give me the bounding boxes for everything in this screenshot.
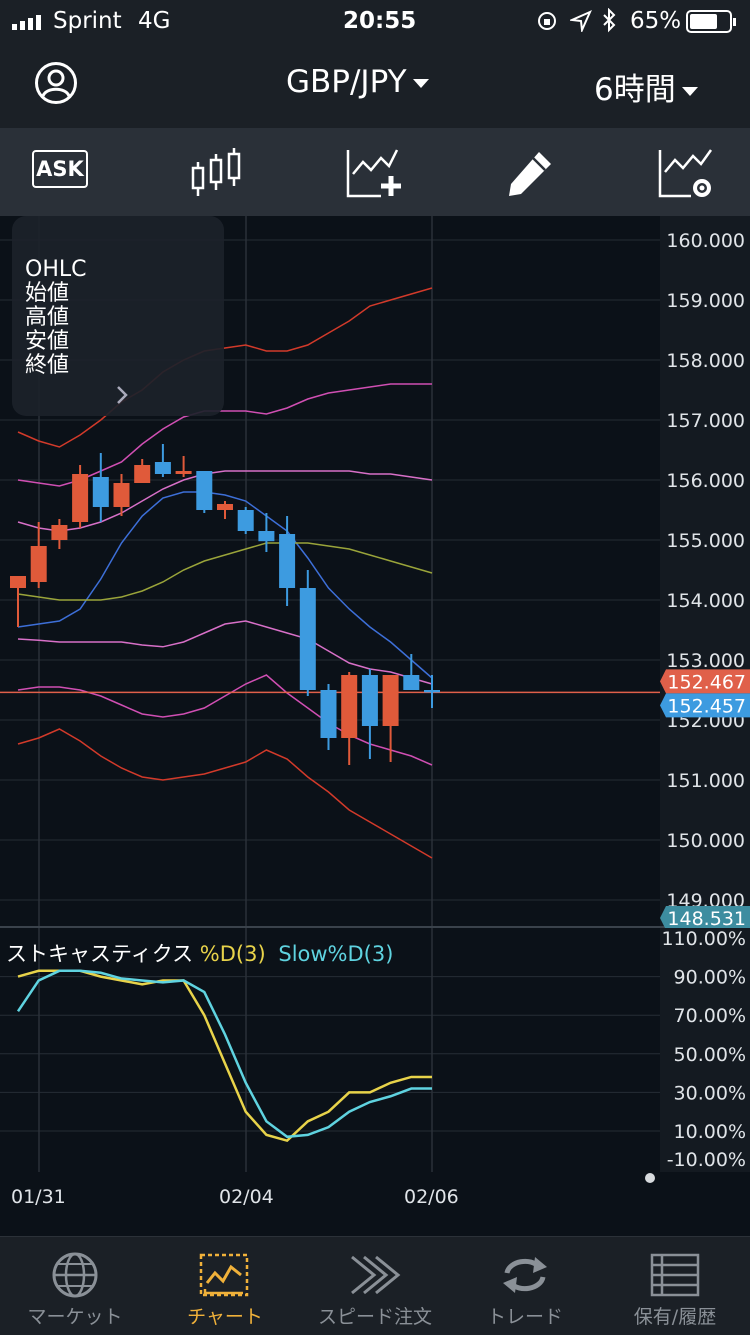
stoch-d-label: %D(3) xyxy=(199,942,266,966)
low-label: 安値 xyxy=(25,329,70,354)
price-tick-label: 153.000 xyxy=(666,650,745,672)
stoch-tick-label: 90.00% xyxy=(674,967,746,989)
price-tick-label: 155.000 xyxy=(666,530,745,552)
clock: 20:55 xyxy=(343,8,417,34)
stoch-tick-label: 50.00% xyxy=(674,1044,746,1066)
currency-pair-selector[interactable]: GBP/JPY xyxy=(286,64,429,100)
chevron-right-icon[interactable] xyxy=(114,384,130,406)
candle-down xyxy=(154,462,171,474)
chevron-down-icon xyxy=(412,79,429,88)
carrier-label: Sprint xyxy=(53,8,122,34)
stoch-slow-label: Slow%D(3) xyxy=(278,942,394,966)
battery-icon xyxy=(686,10,736,33)
refresh-arrows-icon xyxy=(503,1257,547,1293)
price-tick-label: 154.000 xyxy=(666,590,745,612)
lowest-price-tag: 148.531 xyxy=(667,908,746,928)
candle-down xyxy=(320,690,337,738)
candle-down xyxy=(279,534,296,588)
candlestick-icon[interactable] xyxy=(190,146,250,202)
tab-label: 保有/履歴 xyxy=(633,1306,717,1328)
candle-down xyxy=(424,690,440,693)
candle-up xyxy=(217,504,233,510)
high-label: 高値 xyxy=(25,305,70,330)
price-axis-background xyxy=(660,216,750,928)
ask-icon: ASK xyxy=(32,150,88,188)
candle-up xyxy=(382,675,399,726)
date-label: 01/31 xyxy=(11,1186,66,1208)
candle-down xyxy=(92,477,109,507)
candle-down xyxy=(403,675,420,690)
price-tick-label: 150.000 xyxy=(666,830,745,852)
candle-up xyxy=(30,546,47,582)
orientation-lock-icon xyxy=(538,12,556,30)
network-label: 4G xyxy=(138,8,171,34)
candle-down xyxy=(361,675,378,726)
ask-price-tag: 152.457 xyxy=(667,695,746,717)
currency-pair-label: GBP/JPY xyxy=(286,64,407,100)
ohlc-panel: OHLC 始値 高値 安値 終値 xyxy=(12,216,224,416)
tab-holdings-history[interactable]: 保有/履歴 xyxy=(600,1237,750,1335)
add-indicator-icon[interactable] xyxy=(345,146,405,202)
nav-bar: GBP/JPY 6時間 xyxy=(0,44,750,128)
chart-toolbar: ASK xyxy=(0,128,750,216)
stoch-tick-label: 30.00% xyxy=(674,1082,746,1104)
open-label: 始値 xyxy=(25,281,70,306)
tab-label: マーケット xyxy=(27,1306,123,1328)
stoch-tick-label: -10.00% xyxy=(667,1149,746,1171)
candle-up xyxy=(175,471,192,474)
stoch-tick-label: 110.00% xyxy=(661,928,746,950)
timeframe-selector[interactable]: 6時間 xyxy=(594,64,698,109)
price-tick-label: 157.000 xyxy=(666,410,745,432)
bluetooth-icon xyxy=(603,8,616,33)
tab-bar: マーケット チャート スピード注文 トレード 保有/履歴 xyxy=(0,1236,750,1335)
stoch-tick-label: 70.00% xyxy=(674,1005,746,1027)
price-tick-label: 151.000 xyxy=(666,770,745,792)
tab-trade[interactable]: トレード xyxy=(450,1237,600,1335)
battery-percent: 65% xyxy=(630,8,682,34)
account-icon[interactable] xyxy=(34,61,78,105)
chevron-down-icon xyxy=(681,87,698,96)
tab-label: スピード注文 xyxy=(317,1306,432,1328)
date-label: 02/04 xyxy=(219,1186,274,1208)
ask-toggle-button[interactable]: ASK xyxy=(32,150,92,192)
candle-up xyxy=(134,465,151,483)
stochastics-title: ストキャスティクス xyxy=(6,942,194,966)
candle-up xyxy=(10,576,26,588)
stochastics-legend: ストキャスティクス %D(3) Slow%D(3) xyxy=(6,938,393,968)
signal-icon xyxy=(12,15,41,30)
date-label: 02/06 xyxy=(404,1186,459,1208)
globe-icon xyxy=(52,1252,98,1298)
price-tick-label: 159.000 xyxy=(666,290,745,312)
tab-speed-order[interactable]: スピード注文 xyxy=(300,1237,450,1335)
location-icon xyxy=(570,10,592,32)
candle-down xyxy=(237,510,254,531)
timeframe-label: 6時間 xyxy=(594,72,676,108)
indicator-settings-icon[interactable] xyxy=(657,146,717,202)
tab-market[interactable]: マーケット xyxy=(0,1237,150,1335)
candle-up xyxy=(113,483,130,507)
tab-label: チャート xyxy=(187,1306,263,1328)
candle-up xyxy=(51,525,68,540)
tab-label: トレード xyxy=(486,1306,563,1328)
tab-chart[interactable]: チャート xyxy=(150,1237,300,1335)
stoch-tick-label: 10.00% xyxy=(674,1121,746,1143)
price-tick-label: 156.000 xyxy=(666,470,745,492)
price-tick-label: 160.000 xyxy=(666,230,745,252)
speed-arrows-icon xyxy=(351,1255,401,1295)
status-bar: Sprint 4G 20:55 65% xyxy=(0,0,750,44)
candle-up xyxy=(72,474,89,522)
candle-down xyxy=(299,588,316,690)
candle-down xyxy=(258,531,275,542)
ohlc-title: OHLC xyxy=(25,257,87,282)
chart-icon xyxy=(199,1253,249,1297)
scroll-indicator xyxy=(645,1173,655,1183)
close-label: 終値 xyxy=(25,353,70,378)
pencil-icon[interactable] xyxy=(505,150,565,206)
price-tick-label: 158.000 xyxy=(666,350,745,372)
bid-price-tag: 152.467 xyxy=(667,671,746,693)
list-icon xyxy=(650,1253,700,1297)
candle-down xyxy=(196,471,213,510)
candle-up xyxy=(341,675,358,738)
